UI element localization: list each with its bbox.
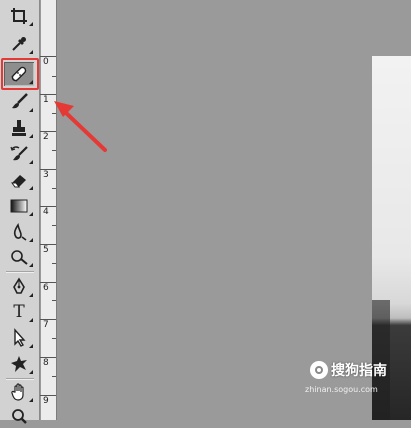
watermark-text: 搜狗指南 [331,363,387,379]
type-tool[interactable]: T [4,300,34,324]
eyedropper-tool[interactable] [4,32,34,56]
crop-icon [11,8,27,24]
ruler-tick [52,188,56,189]
annotation-arrow [54,101,107,152]
eyedropper-icon [12,37,26,51]
gradient-tool[interactable] [4,194,34,218]
dodge-icon [11,250,28,265]
canvas-area[interactable] [58,0,411,420]
ruler-label: 1 [43,95,49,105]
watermark-url: zhinan.sogou.com [305,385,378,394]
ruler-label: 6 [43,283,49,293]
gradient-icon [10,199,28,213]
eraser-icon [11,175,26,188]
ruler-tick [52,300,56,301]
ruler-tick [52,263,56,264]
zoom-icon [12,409,27,424]
ruler-tick [52,225,56,226]
ruler-label: 4 [43,207,49,217]
path-selection-tool[interactable] [4,326,34,350]
history-brush-tool[interactable] [4,142,34,166]
custom-shape-icon [11,356,27,372]
sogou-logo-icon [310,361,328,379]
blur-tool[interactable] [4,220,34,244]
watermark: 搜狗指南 [310,360,387,380]
ruler-tick [52,338,56,339]
ruler-label: 7 [43,320,49,330]
tools-panel: T [0,0,40,424]
ruler-tick [52,76,56,77]
ruler-label: 8 [43,358,49,368]
crop-tool[interactable] [4,4,34,28]
hand-tool[interactable] [4,380,34,404]
eraser-tool[interactable] [4,168,34,192]
brush-tool[interactable] [4,90,34,114]
blur-icon [13,222,27,241]
history-brush-icon [10,146,28,161]
ruler-label: 5 [43,245,49,255]
ruler-label: 3 [43,170,49,180]
ruler-label: 9 [43,396,49,406]
path-selection-icon [14,328,26,347]
ruler-label: 0 [43,57,49,67]
clone-stamp-tool[interactable] [4,116,34,140]
brush-icon [12,93,28,109]
ruler-label: 2 [43,132,49,142]
vertical-ruler[interactable]: 0 1 2 3 4 5 6 7 8 9 [40,0,57,420]
custom-shape-tool[interactable] [4,352,34,376]
type-tool-icon: T [13,302,25,322]
clone-stamp-icon [12,120,26,136]
selected-tool-highlight [1,58,39,90]
dodge-tool[interactable] [4,245,34,269]
hand-icon [11,383,24,401]
pen-icon [13,277,25,294]
zoom-tool[interactable] [4,404,34,428]
ruler-tick [52,376,56,377]
pen-tool[interactable] [4,275,34,299]
